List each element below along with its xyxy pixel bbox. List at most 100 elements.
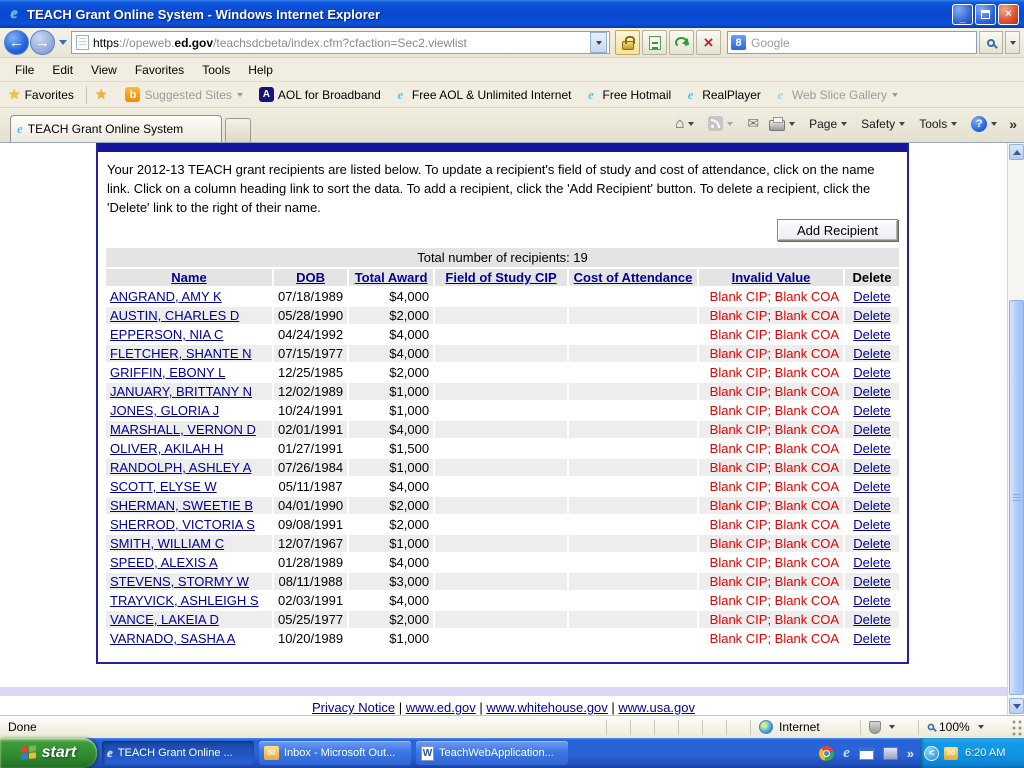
security-lock-button[interactable] [615,30,640,55]
menu-tools[interactable]: Tools [193,60,239,80]
delete-link[interactable]: Delete [853,308,891,323]
help-button[interactable]: ? [966,113,1006,135]
add-recipient-button[interactable]: Add Recipient [777,219,898,241]
delete-link[interactable]: Delete [853,517,891,532]
minimize-button[interactable]: _ [952,4,973,25]
ie-quick-icon[interactable]: e [843,745,850,762]
recipient-name-link[interactable]: EPPERSON, NIA C [110,327,223,342]
search-options-dropdown[interactable] [1005,31,1020,54]
delete-link[interactable]: Delete [853,479,891,494]
tab-teach-grant[interactable]: e TEACH Grant Online System [10,115,222,142]
safety-menu-button[interactable]: Safety [856,114,914,134]
delete-link[interactable]: Delete [853,403,891,418]
read-mail-button[interactable]: ✉ [742,112,764,135]
search-input[interactable]: 8 Google [727,31,977,54]
favlink-free-hotmail[interactable]: e Free Hotmail [578,85,678,105]
favlink-aol-broadband[interactable]: A AOL for Broadband [253,85,387,104]
address-bar-input[interactable]: https://opeweb.ed.gov/teachsdcbeta/index… [71,31,610,54]
delete-link[interactable]: Delete [853,498,891,513]
recipient-name-link[interactable]: SPEED, ALEXIS A [110,555,218,570]
delete-link[interactable]: Delete [853,631,891,646]
page-menu-button[interactable]: Page [804,114,856,134]
history-dropdown[interactable] [59,40,67,45]
delete-link[interactable]: Delete [853,365,891,380]
scroll-up-button[interactable] [1009,144,1024,160]
recipient-name-link[interactable]: OLIVER, AKILAH H [110,441,223,456]
scroll-down-button[interactable] [1009,698,1024,714]
recipient-name-link[interactable]: STEVENS, STORMY W [110,574,249,589]
recipient-name-link[interactable]: SHERROD, VICTORIA S [110,517,255,532]
toolbar-overflow-chevron[interactable]: » [1006,116,1020,132]
delete-link[interactable]: Delete [853,574,891,589]
window-utility-icon[interactable] [859,747,874,760]
favlink-free-aol[interactable]: e Free AOL & Unlimited Internet [387,85,578,105]
back-button[interactable]: ← [4,30,29,55]
recipient-name-link[interactable]: FLETCHER, SHANTE N [110,346,252,361]
recipient-name-link[interactable]: SMITH, WILLIAM C [110,536,224,551]
delete-link[interactable]: Delete [853,536,891,551]
recipient-name-link[interactable]: MARSHALL, VERNON D [110,422,256,437]
delete-link[interactable]: Delete [853,593,891,608]
start-button[interactable]: start [0,738,97,768]
recipient-name-link[interactable]: JANUARY, BRITTANY N [110,384,252,399]
home-button[interactable]: ⌂ [670,112,703,135]
stop-button[interactable]: × [696,30,721,55]
delete-link[interactable]: Delete [853,422,891,437]
delete-link[interactable]: Delete [853,289,891,304]
recipient-name-link[interactable]: ANGRAND, AMY K [110,289,222,304]
favlink-web-slice-gallery[interactable]: e Web Slice Gallery [767,85,908,105]
delete-link[interactable]: Delete [853,460,891,475]
close-button[interactable]: × [998,4,1019,25]
recipient-name-link[interactable]: TRAYVICK, ASHLEIGH S [110,593,259,608]
delete-link[interactable]: Delete [853,555,891,570]
taskbar-task-word[interactable]: W TeachWebApplication... [416,741,568,765]
menu-view[interactable]: View [82,60,126,80]
sort-coa-link[interactable]: Cost of Attendance [574,270,693,285]
vertical-scrollbar[interactable] [1007,143,1024,715]
recipient-name-link[interactable]: SHERMAN, SWEETIE B [110,498,253,513]
refresh-button[interactable] [669,30,694,55]
sort-cip-link[interactable]: Field of Study CIP [445,270,556,285]
favorites-button[interactable]: ★ Favorites [4,84,82,105]
quick-launch-chevron[interactable]: » [907,746,914,761]
new-tab-button[interactable] [225,118,251,142]
menu-help[interactable]: Help [239,60,282,80]
tray-collapse-button[interactable]: < [924,746,939,761]
tray-outlook-icon[interactable]: ✉ [944,747,958,760]
menu-edit[interactable]: Edit [43,60,82,80]
sort-name-link[interactable]: Name [171,270,206,285]
delete-link[interactable]: Delete [853,346,891,361]
zoom-control[interactable]: 100% [918,720,1010,735]
sort-award-link[interactable]: Total Award [355,270,428,285]
menu-file[interactable]: File [6,60,43,80]
recipient-name-link[interactable]: AUSTIN, CHARLES D [110,308,239,323]
favlink-suggested-sites[interactable]: b Suggested Sites [119,85,252,104]
recipient-name-link[interactable]: VANCE, LAKEIA D [110,612,219,627]
forward-button[interactable]: → [30,30,55,55]
chrome-icon[interactable] [819,746,834,761]
compatibility-view-button[interactable] [642,30,667,55]
delete-link[interactable]: Delete [853,441,891,456]
tools-menu-button[interactable]: Tools [914,114,966,134]
feeds-button[interactable] [703,113,742,134]
recipient-name-link[interactable]: JONES, GLORIA J [110,403,219,418]
protected-mode-panel[interactable] [860,720,918,735]
address-dropdown-button[interactable] [590,32,607,53]
delete-link[interactable]: Delete [853,612,891,627]
search-go-button[interactable] [979,31,1003,54]
delete-link[interactable]: Delete [853,327,891,342]
favlink-realplayer[interactable]: e RealPlayer [677,85,767,105]
footer-link[interactable]: www.whitehouse.gov [486,700,607,715]
sort-dob-link[interactable]: DOB [296,270,325,285]
taskbar-task-outlook[interactable]: ✉ Inbox - Microsoft Out... [259,741,411,765]
print-button[interactable] [764,114,804,134]
recipient-name-link[interactable]: SCOTT, ELYSE W [110,479,217,494]
sort-invalid-link[interactable]: Invalid Value [732,270,811,285]
footer-link[interactable]: Privacy Notice [312,700,395,715]
footer-link[interactable]: www.ed.gov [406,700,476,715]
delete-link[interactable]: Delete [853,384,891,399]
scrollbar-thumb[interactable] [1009,300,1024,695]
recipient-name-link[interactable]: RANDOLPH, ASHLEY A [110,460,251,475]
recipient-name-link[interactable]: VARNADO, SASHA A [110,631,235,646]
footer-link[interactable]: www.usa.gov [618,700,695,715]
